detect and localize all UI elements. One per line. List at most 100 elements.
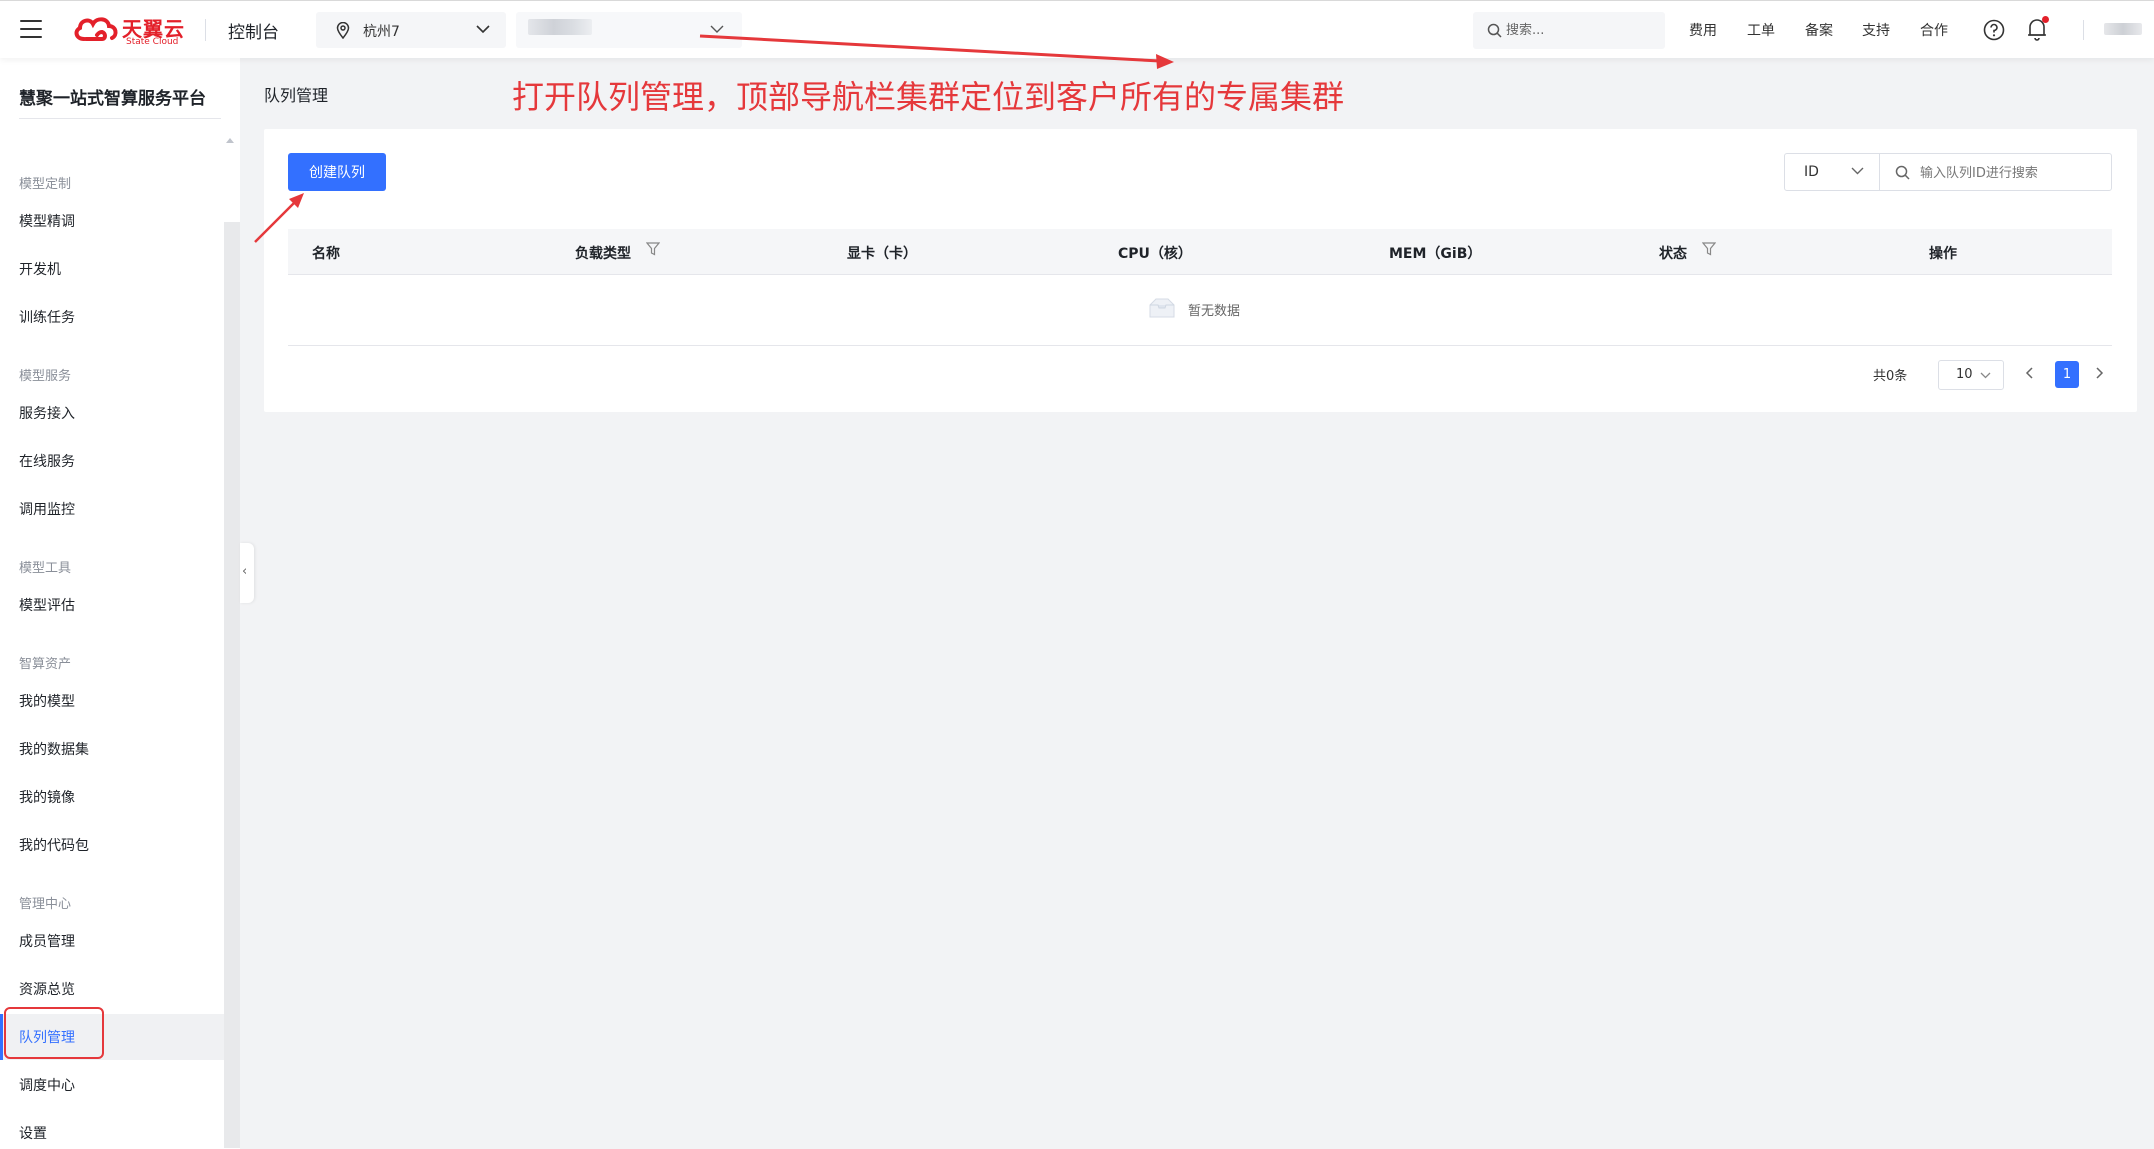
sidebar-item-service-access[interactable]: 服务接入 <box>0 390 224 436</box>
sidebar-item-members[interactable]: 成员管理 <box>0 918 224 964</box>
chevron-down-icon <box>710 25 724 33</box>
scroll-up-icon[interactable] <box>226 137 234 143</box>
group-label-admin: 管理中心 <box>19 897 72 912</box>
sidebar-item-my-code[interactable]: 我的代码包 <box>0 822 224 868</box>
chevron-down-icon <box>476 25 490 34</box>
sidebar-item-my-images[interactable]: 我的镜像 <box>0 774 224 820</box>
empty-text: 暂无数据 <box>1188 304 1241 319</box>
active-indicator <box>0 1014 3 1060</box>
group-label-model-service: 模型服务 <box>19 369 72 384</box>
sidebar-item-my-datasets[interactable]: 我的数据集 <box>0 726 224 772</box>
nav-link-filing[interactable]: 备案 <box>1805 20 1833 40</box>
sidebar-item-label: 我的镜像 <box>19 790 75 806</box>
console-title[interactable]: 控制台 <box>228 18 279 43</box>
sidebar-item-label: 服务接入 <box>19 406 75 422</box>
sidebar-item-resources[interactable]: 资源总览 <box>0 966 224 1012</box>
column-header-mem: MEM（GiB） <box>1389 246 1482 262</box>
filter-icon[interactable] <box>1702 242 1716 256</box>
pagination-page-1[interactable]: 1 <box>2055 361 2079 388</box>
sidebar-item-queue-management[interactable]: 队列管理 <box>0 1014 224 1060</box>
divider <box>19 118 221 119</box>
sidebar-item-label: 调度中心 <box>19 1078 75 1094</box>
chevron-left-icon[interactable] <box>2024 362 2036 384</box>
sidebar-collapse-toggle[interactable]: ‹ <box>240 543 254 603</box>
chevron-down-icon <box>1851 167 1864 175</box>
sidebar-item-label: 在线服务 <box>19 454 75 470</box>
sidebar-item-label: 训练任务 <box>19 310 75 326</box>
nav-link-fees[interactable]: 费用 <box>1689 20 1717 40</box>
logo-subtext: State Cloud <box>126 37 179 47</box>
sidebar-item-label: 模型评估 <box>19 598 75 614</box>
sidebar-item-label: 我的代码包 <box>19 838 89 854</box>
create-queue-button[interactable]: 创建队列 <box>288 153 386 191</box>
sidebar-scrollbar[interactable] <box>224 222 240 1148</box>
group-label-model-tools: 模型工具 <box>19 561 72 576</box>
page-size-select[interactable]: 10 <box>1938 360 2004 390</box>
sidebar-item-call-monitor[interactable]: 调用监控 <box>0 486 224 532</box>
help-icon[interactable] <box>1983 19 2005 41</box>
nav-link-partner[interactable]: 合作 <box>1920 20 1948 40</box>
platform-title: 慧聚一站式智算服务平台 <box>19 89 206 109</box>
chevron-left-icon: ‹ <box>242 564 248 579</box>
region-select[interactable]: 杭州7 <box>316 12 506 48</box>
search-icon <box>1895 165 1910 180</box>
cluster-select[interactable] <box>516 12 742 48</box>
page-size-value: 10 <box>1956 367 1973 382</box>
sidebar-item-model-eval[interactable]: 模型评估 <box>0 582 224 628</box>
hamburger-menu-icon[interactable] <box>20 20 42 38</box>
column-header-load-type: 负载类型 <box>575 246 631 262</box>
global-search[interactable] <box>1473 12 1665 49</box>
sidebar-item-dev-machine[interactable]: 开发机 <box>0 246 224 292</box>
column-header-actions: 操作 <box>1929 246 1957 262</box>
sidebar-item-online-service[interactable]: 在线服务 <box>0 438 224 484</box>
sidebar-item-label: 开发机 <box>19 262 61 278</box>
sidebar-item-fine-tune[interactable]: 模型精调 <box>0 198 224 244</box>
queue-search[interactable] <box>1879 153 2112 191</box>
region-label: 杭州7 <box>363 24 400 40</box>
sidebar-item-scheduling[interactable]: 调度中心 <box>0 1062 224 1108</box>
user-account-redacted[interactable] <box>2104 23 2142 35</box>
notification-badge <box>2042 16 2049 23</box>
search-field-value: ID <box>1804 164 1819 180</box>
empty-box-icon <box>1149 298 1175 318</box>
sidebar-item-label: 设置 <box>19 1126 47 1142</box>
column-header-gpu: 显卡（卡） <box>847 246 917 262</box>
search-icon <box>1487 23 1502 38</box>
group-label-model-custom: 模型定制 <box>19 177 72 192</box>
page-title: 队列管理 <box>264 86 329 105</box>
sidebar-item-my-models[interactable]: 我的模型 <box>0 678 224 724</box>
sidebar-item-label: 我的模型 <box>19 694 75 710</box>
sidebar-item-label: 模型精调 <box>19 214 75 230</box>
sidebar-item-settings[interactable]: 设置 <box>0 1110 224 1149</box>
sidebar-item-label: 成员管理 <box>19 934 75 950</box>
sidebar-item-label: 调用监控 <box>19 502 75 518</box>
global-search-input[interactable] <box>1506 20 1656 40</box>
column-header-cpu: CPU（核） <box>1118 246 1192 262</box>
cluster-name-redacted <box>528 19 592 35</box>
column-header-name: 名称 <box>312 246 340 262</box>
queue-panel: 创建队列 ID 名称 负载类型 显卡（卡） CPU（核） MEM（GiB） 状态… <box>264 129 2137 412</box>
group-label-assets: 智算资产 <box>19 657 72 672</box>
sidebar-item-training-task[interactable]: 训练任务 <box>0 294 224 340</box>
table-header: 名称 负载类型 显卡（卡） CPU（核） MEM（GiB） 状态 操作 <box>288 229 2112 275</box>
divider <box>2083 20 2084 40</box>
chevron-down-icon <box>1980 372 1991 379</box>
tianyi-cloud-logo[interactable]: 天翼云 State Cloud <box>72 13 184 47</box>
nav-link-support[interactable]: 支持 <box>1862 20 1890 40</box>
sidebar: 慧聚一站式智算服务平台 模型定制 模型精调 开发机 训练任务 模型服务 服务接入… <box>0 58 240 1149</box>
filter-icon[interactable] <box>646 242 660 256</box>
nav-link-tickets[interactable]: 工单 <box>1747 20 1775 40</box>
chevron-right-icon[interactable] <box>2093 362 2105 384</box>
queue-search-input[interactable] <box>1920 163 2100 183</box>
table-empty-state: 暂无数据 <box>288 276 2112 346</box>
location-pin-icon <box>336 22 350 39</box>
column-header-status: 状态 <box>1659 246 1687 262</box>
divider <box>205 19 206 41</box>
sidebar-item-label: 我的数据集 <box>19 742 89 758</box>
sidebar-item-label: 资源总览 <box>19 982 75 998</box>
top-navigation-bar: 天翼云 State Cloud 控制台 杭州7 费用 工单 备案 支持 合作 <box>0 0 2154 58</box>
pagination-total: 共0条 <box>1873 369 1908 384</box>
sidebar-item-label: 队列管理 <box>19 1030 75 1046</box>
annotation-text: 打开队列管理，顶部导航栏集群定位到客户所有的专属集群 <box>512 78 1345 116</box>
search-field-select[interactable]: ID <box>1784 153 1880 191</box>
